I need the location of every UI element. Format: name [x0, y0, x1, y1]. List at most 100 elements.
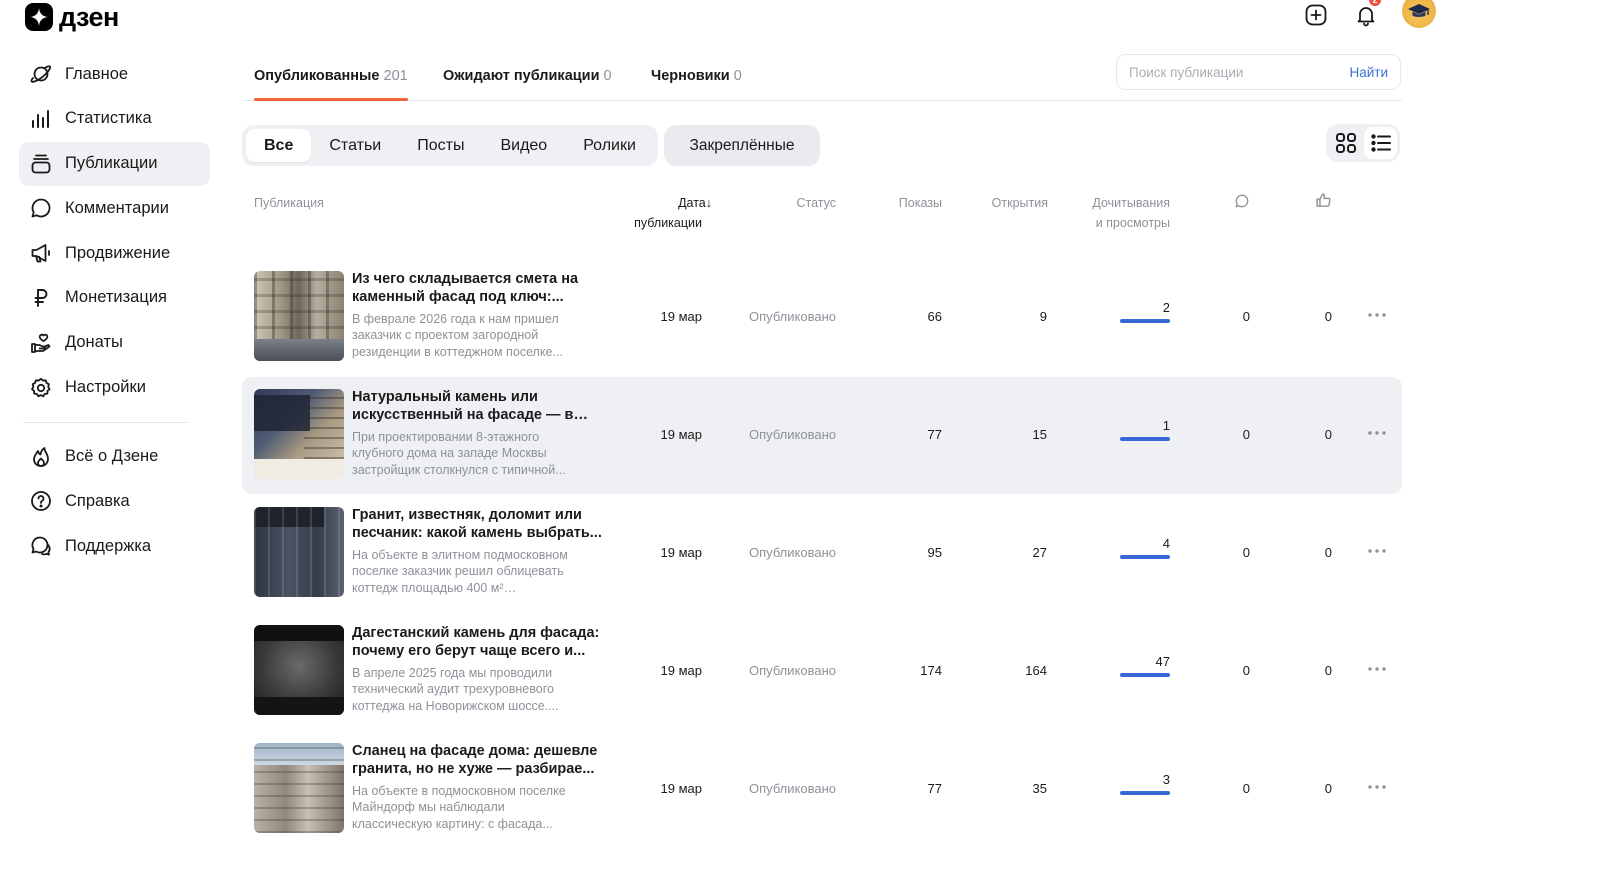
sidebar-item-label: Донаты	[65, 333, 123, 352]
publication-thumbnail	[254, 271, 344, 361]
sidebar-item-monetization[interactable]: Монетизация	[19, 276, 210, 320]
list-view-button[interactable]	[1364, 127, 1397, 159]
column-header-label: Дата	[678, 196, 706, 210]
publication-description: На объекте в подмосковном поселке Майндо…	[352, 784, 566, 831]
sidebar-item-statistics[interactable]: Статистика	[19, 97, 210, 141]
sidebar-item-about-dzen[interactable]: Всё о Дзене	[19, 435, 210, 479]
tab-label: Черновики	[651, 68, 730, 84]
tab-count: 0	[603, 68, 612, 84]
graduation-cap-icon	[1408, 4, 1430, 17]
support-chat-icon	[29, 534, 53, 558]
dzen-logo[interactable]: дзен	[25, 2, 119, 32]
create-button[interactable]	[1302, 1, 1330, 29]
sidebar-item-label: Настройки	[65, 378, 146, 397]
status-badge: Опубликовано	[749, 309, 836, 324]
reads-count: 4	[1162, 536, 1170, 551]
table-row[interactable]: Гранит, известняк, доломит или песчаник:…	[242, 495, 1402, 612]
filter-all[interactable]: Все	[246, 129, 312, 162]
publication-date: 19 мар	[660, 545, 702, 560]
sidebar-item-comments[interactable]: Комментарии	[19, 186, 210, 230]
more-options-icon[interactable]	[1366, 544, 1388, 558]
opens-count: 35	[1032, 781, 1047, 796]
likes-count: 0	[1324, 545, 1332, 560]
publication-thumbnail	[254, 625, 344, 715]
sidebar-item-label: Публикации	[65, 154, 158, 173]
sidebar-item-settings[interactable]: Настройки	[19, 366, 210, 410]
tab-published[interactable]: Опубликованные 201	[254, 52, 408, 101]
filter-videos[interactable]: Видео	[482, 129, 565, 162]
more-options-icon[interactable]	[1366, 662, 1388, 676]
filter-articles[interactable]: Статьи	[311, 129, 399, 162]
publication-title[interactable]: Дагестанский камень для фасада: почему е…	[352, 624, 602, 660]
opens-count: 15	[1032, 427, 1047, 442]
views-count: 77	[927, 781, 942, 796]
views-count: 66	[927, 309, 942, 324]
reads-count: 47	[1155, 654, 1170, 669]
sidebar-item-publications[interactable]: Публикации	[19, 141, 210, 186]
sidebar-item-label: Комментарии	[65, 198, 169, 217]
column-header-views: Показы	[898, 196, 942, 210]
column-header-label: Дочитывания	[1092, 196, 1170, 210]
tab-drafts[interactable]: Черновики 0	[651, 52, 742, 100]
sidebar-item-support[interactable]: Поддержка	[19, 524, 210, 568]
sidebar-item-promotion[interactable]: Продвижение	[19, 231, 210, 275]
tab-label: Ожидают публикации	[443, 68, 600, 84]
reads-count: 3	[1162, 772, 1170, 787]
flame-icon	[29, 445, 53, 469]
search-input[interactable]	[1129, 64, 1339, 80]
sidebar-item-label: Главное	[65, 64, 129, 83]
column-header-status: Статус	[796, 196, 836, 210]
notifications-button[interactable]: 2	[1352, 0, 1382, 29]
table-row[interactable]: Дагестанский камень для фасада: почему е…	[242, 613, 1402, 730]
reads-progress-bar	[1120, 437, 1170, 441]
sidebar-item-help[interactable]: Справка	[19, 479, 210, 523]
pinned-filter-button[interactable]: Закреплённые	[664, 125, 820, 166]
tab-label: Опубликованные	[254, 68, 380, 84]
publication-title[interactable]: Сланец на фасаде дома: дешевле гранита, …	[352, 742, 602, 778]
publication-thumbnail	[254, 743, 344, 833]
more-options-icon[interactable]	[1366, 308, 1388, 322]
publication-description: На объекте в элитном подмосковном поселк…	[352, 548, 568, 595]
column-header-date[interactable]: Дата↓ публикации	[600, 194, 712, 233]
search-box: Найти	[1116, 54, 1401, 90]
gear-icon	[29, 376, 53, 400]
reads-progress-bar	[1120, 319, 1170, 323]
filter-posts[interactable]: Посты	[399, 129, 482, 162]
opens-count: 164	[1025, 663, 1047, 678]
more-options-icon[interactable]	[1366, 780, 1388, 794]
column-header-label: и просмотры	[1095, 215, 1170, 230]
views-count: 95	[927, 545, 942, 560]
publication-description: При проектировании 8-этажного клубного д…	[352, 430, 566, 477]
sidebar-item-label: Всё о Дзене	[65, 447, 159, 466]
sidebar-item-donations[interactable]: Донаты	[19, 321, 210, 365]
publication-date: 19 мар	[660, 781, 702, 796]
tab-scheduled[interactable]: Ожидают публикации 0	[443, 52, 612, 100]
reads-count: 2	[1162, 300, 1170, 315]
column-header-publication: Публикация	[254, 196, 324, 210]
grid-view-button[interactable]	[1329, 127, 1362, 159]
table-row[interactable]: Натуральный камень или искусственный на …	[242, 377, 1402, 494]
table-row[interactable]: Из чего складывается смета на каменный ф…	[242, 259, 1402, 376]
likes-count: 0	[1324, 781, 1332, 796]
publication-title[interactable]: Натуральный камень или искусственный на …	[352, 388, 602, 424]
sidebar-item-home[interactable]: Главное	[19, 52, 210, 96]
publication-date: 19 мар	[660, 309, 702, 324]
table-row[interactable]: Сланец на фасаде дома: дешевле гранита, …	[242, 731, 1402, 848]
search-button[interactable]: Найти	[1349, 65, 1388, 80]
reads-progress-bar	[1120, 555, 1170, 559]
header-actions: 2	[1302, 0, 1436, 30]
comments-count: 0	[1242, 545, 1250, 560]
avatar[interactable]	[1402, 0, 1436, 28]
publication-title[interactable]: Гранит, известняк, доломит или песчаник:…	[352, 506, 602, 542]
more-options-icon[interactable]	[1366, 426, 1388, 440]
sidebar-item-label: Статистика	[65, 109, 152, 128]
brand-name: дзен	[59, 2, 119, 32]
likes-count: 0	[1324, 427, 1332, 442]
plus-square-icon	[1305, 4, 1327, 26]
sidebar-item-label: Справка	[65, 491, 130, 510]
reads-count: 1	[1162, 418, 1170, 433]
filter-shorts[interactable]: Ролики	[565, 129, 654, 162]
publication-title[interactable]: Из чего складывается смета на каменный ф…	[352, 270, 602, 306]
tab-count: 201	[383, 68, 408, 84]
tab-count: 0	[733, 68, 742, 84]
